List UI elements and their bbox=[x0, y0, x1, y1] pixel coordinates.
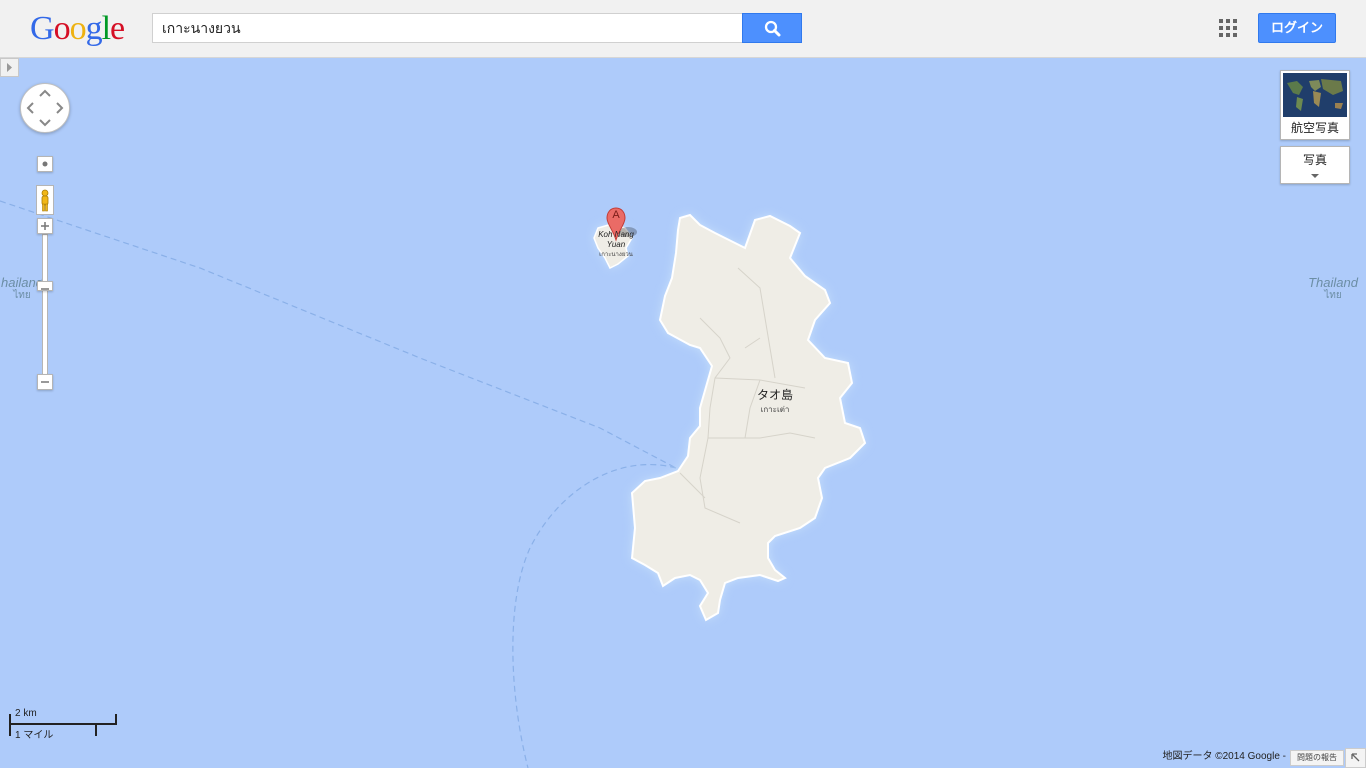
zoom-in-button[interactable] bbox=[37, 218, 53, 234]
plus-icon bbox=[41, 222, 49, 230]
street-view-pegman[interactable] bbox=[36, 185, 54, 215]
zoom-out-button[interactable] bbox=[37, 374, 53, 390]
search-input[interactable]: เกาะนางยวน bbox=[152, 13, 743, 43]
pegman-icon bbox=[41, 189, 49, 212]
top-bar: Google เกาะนางยวน ログイン bbox=[0, 0, 1366, 58]
chevron-right-icon bbox=[7, 63, 12, 72]
boundary-line bbox=[0, 200, 677, 469]
koh-tao-label[interactable]: タオ島 เกาะเต่า bbox=[745, 386, 805, 416]
map-base bbox=[0, 200, 867, 768]
photo-dropdown[interactable]: 写真 bbox=[1280, 146, 1350, 184]
expand-corner-button[interactable] bbox=[1345, 748, 1366, 768]
panel-toggle-button[interactable] bbox=[0, 58, 19, 77]
zoom-slider-rail[interactable] bbox=[42, 234, 48, 380]
search-button[interactable] bbox=[742, 13, 802, 43]
country-label-right: Thailand ไทย bbox=[1300, 276, 1366, 302]
report-problem-link[interactable]: 問題の報告 bbox=[1290, 750, 1344, 766]
pan-arrows-icon bbox=[26, 89, 64, 127]
map-canvas[interactable]: A Koh Nang Yuan เกาะนางยวน タオ島 เกาะเต่า … bbox=[0, 58, 1366, 768]
google-logo[interactable]: Google bbox=[30, 10, 125, 48]
marker-letter[interactable]: A bbox=[609, 210, 623, 221]
arrow-up-left-icon bbox=[1351, 753, 1360, 762]
koh-nang-yuan-name: Koh Nang Yuan bbox=[598, 230, 634, 249]
world-map-icon bbox=[1283, 73, 1347, 117]
koh-tao-local: เกาะเต่า bbox=[760, 405, 790, 414]
scale-imperial-label: 1 マイル bbox=[15, 730, 54, 741]
slider-grip-icon bbox=[41, 288, 49, 290]
country-name-right: Thailand bbox=[1308, 275, 1358, 290]
map-attribution: 地図データ ©2014 Google - bbox=[1162, 751, 1286, 762]
minus-icon bbox=[41, 381, 49, 383]
koh-tao-name: タオ島 bbox=[756, 388, 793, 402]
search-icon bbox=[764, 20, 781, 37]
satellite-label: 航空写真 bbox=[1290, 121, 1339, 135]
scale-bar: 2 km 1 マイル bbox=[9, 706, 119, 741]
country-local-right: ไทย bbox=[1324, 290, 1342, 301]
pan-control[interactable] bbox=[20, 83, 70, 133]
satellite-thumbnail bbox=[1283, 73, 1347, 117]
apps-grid-icon[interactable] bbox=[1219, 19, 1237, 37]
koh-nang-yuan-label[interactable]: Koh Nang Yuan เกาะนางยวน bbox=[588, 230, 644, 260]
photo-label: 写真 bbox=[1302, 153, 1327, 167]
my-location-button[interactable] bbox=[37, 156, 53, 172]
chevron-down-icon bbox=[1311, 174, 1319, 178]
location-dot-icon bbox=[42, 161, 48, 167]
zoom-slider-handle[interactable] bbox=[37, 281, 53, 291]
login-button[interactable]: ログイン bbox=[1258, 13, 1336, 43]
koh-nang-yuan-local: เกาะนางยวน bbox=[599, 252, 633, 258]
satellite-toggle[interactable]: 航空写真 bbox=[1280, 70, 1350, 140]
scale-metric-label: 2 km bbox=[15, 708, 37, 719]
